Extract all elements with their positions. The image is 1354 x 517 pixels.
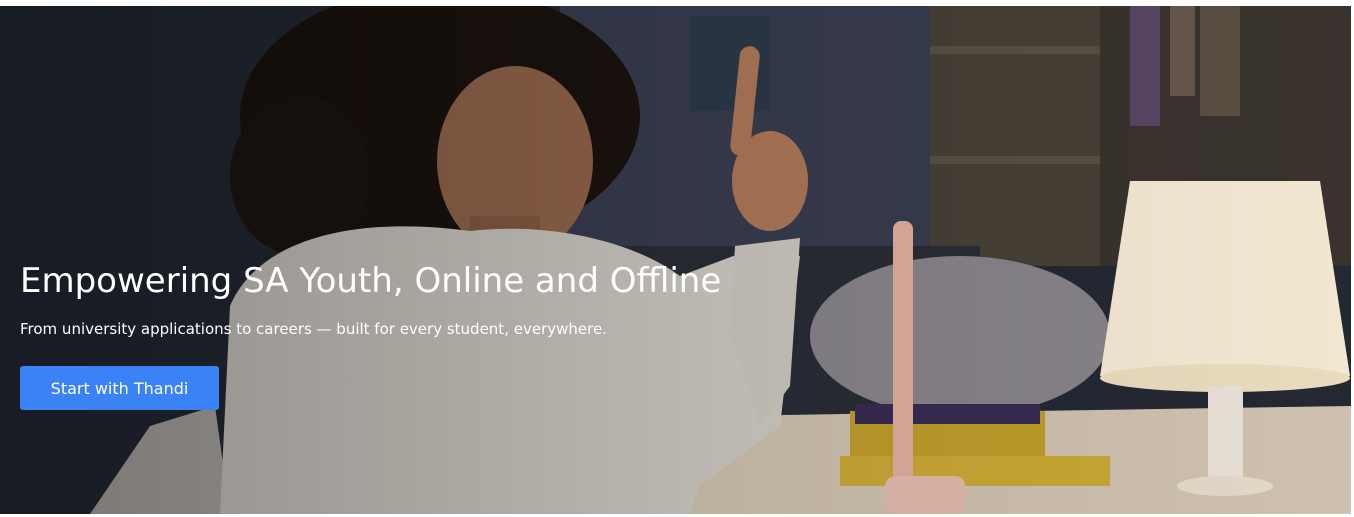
hero-title: Empowering SA Youth, Online and Offline: [20, 261, 722, 301]
hero-subtitle: From university applications to careers …: [20, 320, 607, 338]
hero-banner: Empowering SA Youth, Online and Offline …: [0, 6, 1351, 514]
hero-content: Empowering SA Youth, Online and Offline …: [20, 259, 920, 410]
start-with-thandi-button[interactable]: Start with Thandi: [20, 366, 219, 410]
